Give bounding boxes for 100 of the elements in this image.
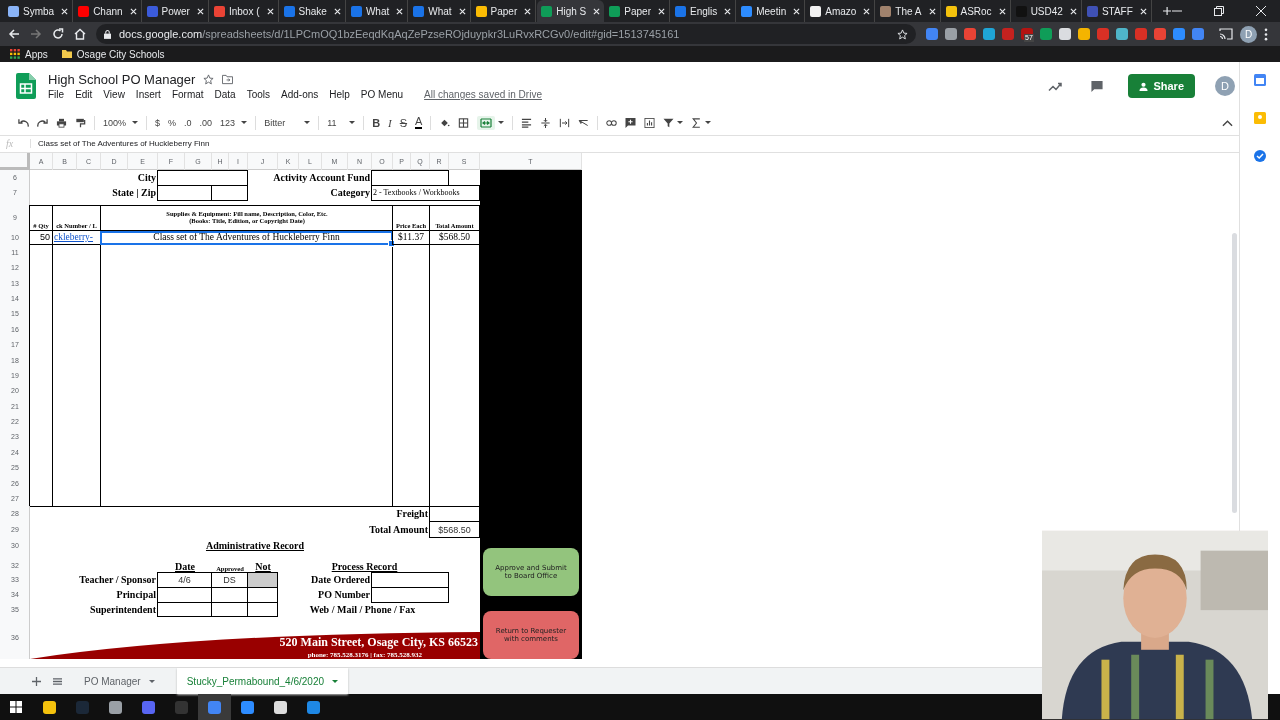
browser-tab[interactable]: High S — [537, 0, 605, 22]
menu-item[interactable]: Help — [329, 89, 350, 101]
italic-button[interactable]: I — [388, 116, 392, 129]
more-formats-dropdown[interactable]: 123 — [220, 117, 248, 128]
close-icon[interactable] — [524, 7, 532, 15]
close-icon[interactable] — [724, 7, 732, 15]
merge-cells-button[interactable] — [477, 115, 496, 130]
extension-icon[interactable] — [1078, 28, 1090, 40]
extension-icon[interactable] — [1059, 28, 1071, 40]
formula-field[interactable]: Class set of The Adventures of Huckleberry Finn — [30, 139, 210, 149]
new-tab-icon[interactable] — [1162, 6, 1171, 16]
sum-icon[interactable] — [691, 117, 703, 128]
menu-icon[interactable] — [1264, 27, 1268, 41]
extension-icon[interactable] — [926, 28, 938, 40]
text-color-button[interactable]: A — [415, 116, 423, 130]
filter-icon[interactable] — [663, 117, 675, 128]
close-icon[interactable] — [593, 7, 601, 15]
redo-icon[interactable] — [37, 117, 48, 128]
chart-icon[interactable] — [644, 117, 656, 128]
close-icon[interactable] — [266, 7, 274, 15]
close-icon[interactable] — [61, 7, 69, 15]
caret-icon[interactable] — [677, 121, 684, 125]
menu-item[interactable]: View — [103, 89, 125, 101]
fill-color-icon[interactable] — [439, 117, 451, 128]
extension-icon[interactable] — [1040, 28, 1052, 40]
menu-item[interactable]: Edit — [75, 89, 93, 101]
cast-icon[interactable] — [1219, 28, 1233, 40]
percent-format-button[interactable]: % — [168, 117, 177, 128]
comment-icon[interactable] — [1090, 79, 1105, 93]
strikethrough-button[interactable]: S — [399, 116, 408, 129]
zoom-dropdown[interactable]: 100% — [103, 117, 139, 128]
menu-item[interactable]: File — [48, 89, 65, 101]
align-icon[interactable] — [521, 117, 533, 128]
star-icon[interactable] — [203, 74, 215, 86]
fill-handle[interactable] — [388, 239, 395, 247]
extension-icon[interactable] — [1116, 28, 1128, 40]
sheet-tab[interactable]: PO Manager — [74, 668, 165, 694]
sheet-tab[interactable]: Stucky_Permabound_4/6/2020 — [176, 668, 349, 694]
close-icon[interactable] — [998, 7, 1006, 15]
home-icon[interactable] — [74, 28, 86, 40]
menu-item[interactable]: Add-ons — [281, 89, 319, 101]
bookmark-link[interactable]: Apps — [10, 48, 48, 60]
extension-icon[interactable] — [1154, 28, 1166, 40]
forward-icon[interactable] — [30, 28, 42, 40]
borders-icon[interactable] — [458, 117, 470, 128]
font-dropdown[interactable]: Bitter — [264, 117, 311, 128]
close-icon[interactable] — [863, 7, 871, 15]
comment-add-icon[interactable] — [625, 117, 637, 128]
close-icon[interactable] — [657, 7, 665, 15]
menu-item[interactable]: Insert — [135, 89, 161, 101]
close-icon[interactable] — [928, 7, 936, 15]
menu-icon[interactable] — [53, 676, 62, 686]
extension-icon[interactable] — [1192, 28, 1204, 40]
text-wrap-icon[interactable] — [559, 117, 571, 128]
calendar-icon[interactable] — [1254, 74, 1266, 86]
font-size-dropdown[interactable]: 11 — [327, 117, 356, 128]
caret-icon[interactable] — [498, 121, 505, 125]
share-button[interactable]: Share — [1128, 74, 1195, 99]
extension-icon[interactable] — [964, 28, 976, 40]
close-icon[interactable] — [129, 7, 137, 15]
menu-item[interactable]: Format — [171, 89, 204, 101]
vertical-align-icon[interactable] — [540, 117, 552, 128]
extension-icon[interactable] — [983, 28, 995, 40]
close-icon[interactable] — [1256, 6, 1266, 16]
decrease-decimals-button[interactable]: .0 — [184, 117, 192, 128]
menu-item[interactable]: PO Menu — [360, 89, 404, 101]
bookmark-link[interactable]: Osage City Schools — [61, 48, 165, 60]
menu-item[interactable]: Tools — [246, 89, 271, 101]
print-icon[interactable] — [56, 117, 67, 128]
extension-icon[interactable] — [945, 28, 957, 40]
undo-icon[interactable] — [18, 117, 29, 128]
back-icon[interactable] — [8, 28, 20, 40]
text-rotate-icon[interactable] — [578, 117, 590, 128]
table-cell[interactable]: 2 - Textbooks / Workbooks — [371, 184, 480, 201]
table-cell[interactable]: Class set of The Adventures of Huckleberry Finn — [100, 230, 393, 245]
extension-icon[interactable] — [1173, 28, 1185, 40]
increase-decimals-button[interactable]: .00 — [199, 117, 213, 128]
reload-icon[interactable] — [52, 28, 64, 40]
windows-start-icon[interactable] — [10, 701, 22, 713]
bold-button[interactable]: B — [372, 116, 381, 129]
close-icon[interactable] — [793, 7, 801, 15]
close-icon[interactable] — [458, 7, 466, 15]
restore-icon[interactable] — [1214, 6, 1224, 16]
save-status-link[interactable]: All changes saved in Drive — [424, 89, 542, 101]
collapse-icon[interactable] — [1222, 117, 1233, 128]
add-sheet-icon[interactable] — [32, 676, 41, 686]
address-field[interactable]: docs.google.com/spreadsheets/d/1LPCmOQ1bzEeqdKqAqZePzseROjduypkr3LuRvxRCGv0/edit#gid=1513745161 — [96, 24, 916, 44]
paint-format-icon[interactable] — [75, 117, 86, 128]
currency-format-button[interactable]: $ — [155, 117, 161, 128]
close-icon[interactable] — [1139, 7, 1147, 15]
link-icon[interactable] — [606, 117, 618, 128]
close-icon[interactable] — [396, 7, 404, 15]
close-icon[interactable] — [1069, 7, 1077, 15]
tasks-icon[interactable] — [1254, 150, 1266, 162]
close-icon[interactable] — [333, 7, 341, 15]
scrollbar-thumb[interactable] — [1231, 232, 1237, 513]
close-icon[interactable] — [196, 7, 204, 15]
document-title[interactable]: High School PO Manager — [48, 72, 196, 88]
menu-item[interactable]: Data — [214, 89, 236, 101]
sheets-logo-icon[interactable] — [16, 73, 36, 100]
